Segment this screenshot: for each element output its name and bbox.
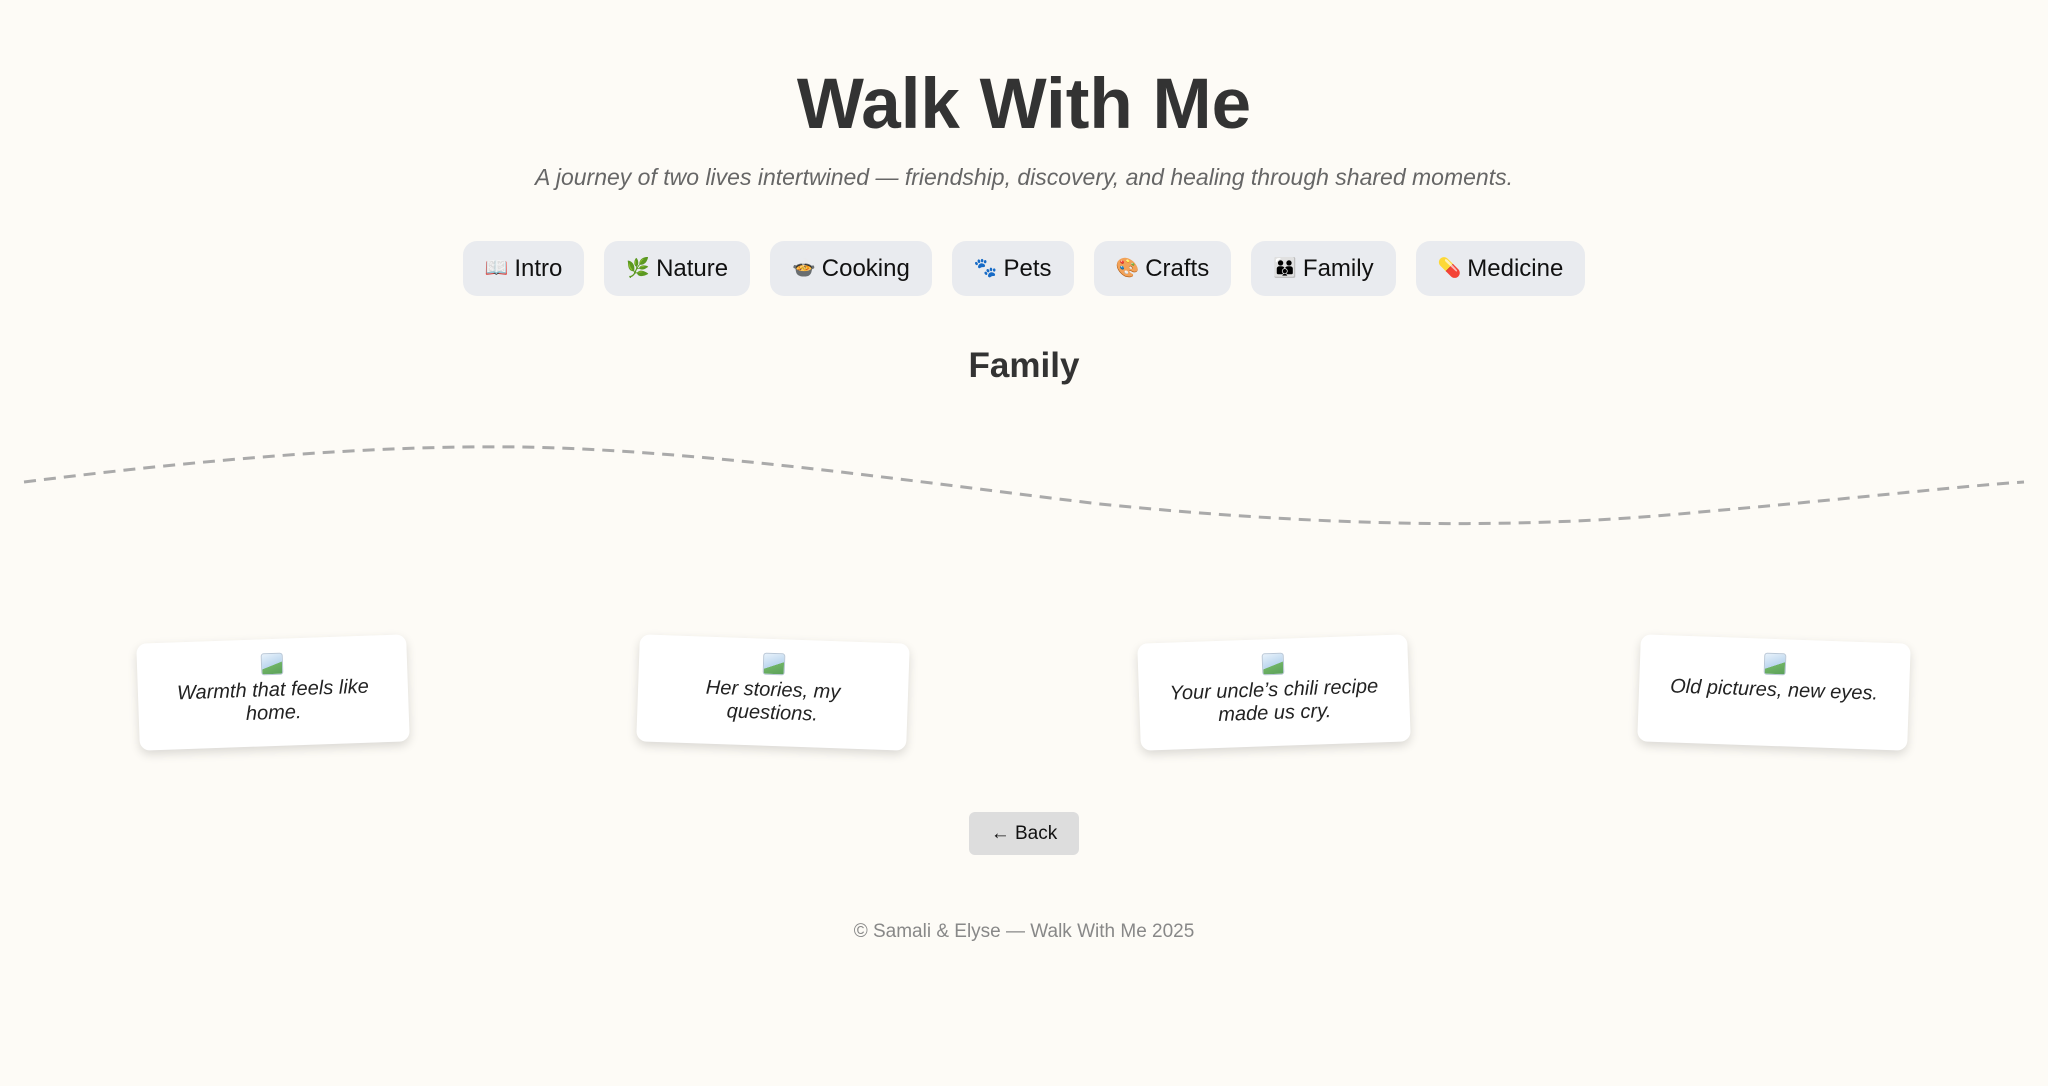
broken-image-icon [762,652,786,676]
site-title: Walk With Me [796,65,1252,144]
nav-button-nature[interactable]: 🌿 Nature [604,241,751,296]
dashed-journey-path [23,445,2025,526]
footer-copyright: © Samali & Elyse — Walk With Me 2025 [853,921,1195,942]
nav-button-intro[interactable]: 📖 Intro [462,241,585,296]
nav-button-cooking[interactable]: 🍲 Cooking [770,241,932,296]
topic-nav: 📖 Intro 🌿 Nature 🍲 Cooking 🐾 Pets 🎨 Craf… [0,241,2048,296]
card-caption: Warmth that feels like home. [176,675,370,725]
nav-button-medicine[interactable]: 💊 Medicine [1415,241,1586,296]
pot-of-food-icon: 🍲 [792,257,816,279]
nav-button-pets[interactable]: 🐾 Pets [951,241,1074,296]
nav-button-label: Crafts [1145,254,1210,282]
nav-button-label: Nature [656,254,729,282]
nav-button-label: Medicine [1467,254,1564,282]
journey-path-curve [23,445,2025,526]
book-icon: 📖 [484,257,509,279]
pill-icon: 💊 [1437,257,1462,279]
palette-icon: 🎨 [1115,257,1140,279]
card-caption: Her stories, my questions. [705,676,841,726]
nav-button-crafts[interactable]: 🎨 Crafts [1093,241,1232,296]
card-caption: Your uncle’s chili recipe made us cry. [1169,675,1379,726]
page: Walk With Me A journey of two lives inte… [0,0,2048,1086]
broken-image-icon [1763,652,1787,676]
herb-icon: 🌿 [626,257,651,279]
memory-card[interactable]: Old pictures, new eyes. [1637,634,1911,751]
nav-button-label: Intro [514,254,563,282]
memory-card[interactable]: Warmth that feels like home. [136,634,410,751]
site-subtitle: A journey of two lives intertwined — fri… [534,164,1513,190]
nav-button-label: Family [1302,254,1374,282]
section-title: Family [968,346,1080,385]
back-button[interactable]: ← Back [969,812,1079,855]
memory-card[interactable]: Your uncle’s chili recipe made us cry. [1137,634,1411,751]
nav-button-label: Pets [1003,254,1052,282]
broken-image-icon [260,652,284,676]
card-caption: Old pictures, new eyes. [1669,675,1879,705]
memory-card[interactable]: Her stories, my questions. [636,634,910,751]
broken-image-icon [1261,652,1285,676]
nav-button-family[interactable]: 👪 Family [1251,241,1396,296]
nav-button-label: Cooking [821,254,910,282]
paw-prints-icon: 🐾 [973,257,998,279]
family-icon: 👪 [1273,257,1297,279]
